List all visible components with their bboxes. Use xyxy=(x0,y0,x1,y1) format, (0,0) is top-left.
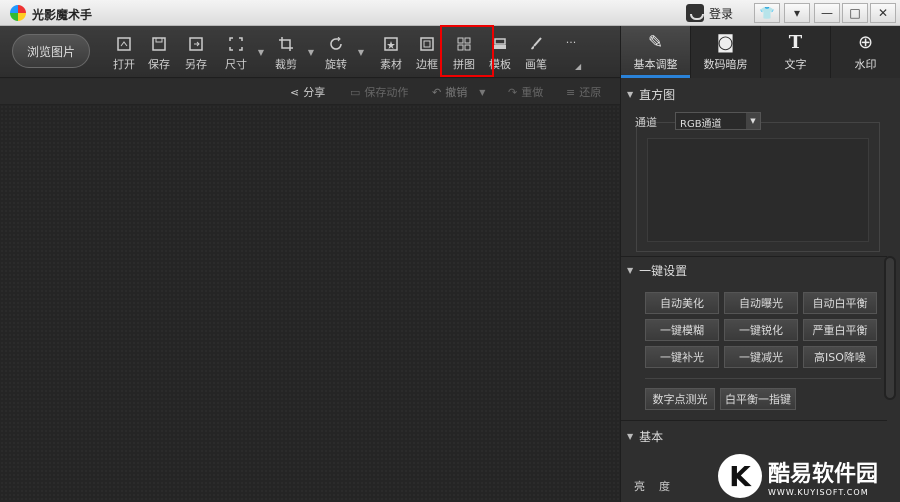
fill-light-button[interactable]: 一键补光 xyxy=(645,346,719,368)
spot-metering-button[interactable]: 数字点测光 xyxy=(645,388,715,410)
divider xyxy=(621,420,887,421)
tool-open[interactable]: 打开 xyxy=(106,36,142,72)
camera-icon: ◙ xyxy=(716,32,735,53)
undo-dropdown-icon[interactable]: ▼ xyxy=(479,88,485,97)
adjust-panel: ▼ 直方图 通道 RGB通道 ▼ ▼ 一键设置 自动美化 自动曝光 自动白平衡 … xyxy=(620,78,900,502)
close-button[interactable]: ✕ xyxy=(870,3,896,23)
tab-text[interactable]: T 文字 xyxy=(760,26,830,78)
watermark-text: 酷易软件园 xyxy=(768,461,879,487)
watermark-url: WWW.KUYISOFT.COM xyxy=(768,487,869,497)
app-title: 光影魔术手 xyxy=(32,8,93,22)
action-bar: ⋖ 分享 ▭ 保存动作 ↶ 撤销 ▼ ↷ 重做 ≡ 还原 xyxy=(0,79,620,105)
watermark-logo: K xyxy=(718,454,762,498)
redo-button[interactable]: ↷ 重做 xyxy=(508,84,543,100)
collapse-icon: ▼ xyxy=(627,432,634,441)
menu-button[interactable]: ▾ xyxy=(784,3,810,23)
crop-icon xyxy=(278,36,294,52)
crop-dropdown-icon[interactable]: ▼ xyxy=(308,48,314,57)
undo-icon: ↶ xyxy=(432,85,442,99)
save-icon xyxy=(151,36,167,52)
white-balance-pick-button[interactable]: 白平衡一指键 xyxy=(720,388,796,410)
auto-exposure-button[interactable]: 自动曝光 xyxy=(724,292,798,314)
right-panel-tabs: ✎ 基本调整 ◙ 数码暗房 T 文字 ⊕ 水印 xyxy=(620,26,900,78)
tool-save-as[interactable]: 另存 xyxy=(178,36,214,72)
collapse-icon: ▼ xyxy=(627,90,634,99)
frame-icon xyxy=(419,36,435,52)
undo-button[interactable]: ↶ 撤销 ▼ xyxy=(432,84,485,100)
tool-more[interactable]: ··· ◢ xyxy=(553,36,589,72)
channel-label: 通道 xyxy=(635,116,657,129)
rotate-icon xyxy=(328,36,344,52)
one-click-header[interactable]: ▼ 一键设置 xyxy=(627,262,687,279)
avatar-icon xyxy=(686,4,704,22)
login-label: 登录 xyxy=(709,6,734,21)
share-icon: ⋖ xyxy=(290,85,300,99)
chevron-down-icon: ▼ xyxy=(746,113,760,129)
more-icon: ··· xyxy=(565,36,577,49)
image-canvas[interactable] xyxy=(0,105,620,502)
resize-dropdown-icon[interactable]: ▼ xyxy=(258,48,264,57)
divider xyxy=(645,378,881,379)
rotate-dropdown-icon[interactable]: ▼ xyxy=(358,48,364,57)
site-watermark: K 酷易软件园 WWW.KUYISOFT.COM xyxy=(718,452,898,500)
restore-icon: ≡ xyxy=(566,85,576,99)
brightness-label: 亮度 xyxy=(634,480,684,493)
material-icon xyxy=(383,36,399,52)
channel-select[interactable]: RGB通道 ▼ xyxy=(675,112,761,130)
maximize-button[interactable]: □ xyxy=(842,3,868,23)
severe-white-balance-button[interactable]: 严重白平衡 xyxy=(803,319,877,341)
save-action-icon: ▭ xyxy=(350,85,361,99)
tool-save[interactable]: 保存 xyxy=(141,36,177,72)
save-action-button[interactable]: ▭ 保存动作 xyxy=(350,84,408,100)
panel-scroll-thumb[interactable] xyxy=(886,258,894,398)
resize-icon xyxy=(228,36,244,52)
title-bar: 光影魔术手 登录 👕 ▾ — □ ✕ xyxy=(0,0,900,26)
basic-header[interactable]: ▼ 基本 xyxy=(627,428,663,445)
save-as-icon xyxy=(188,36,204,52)
watermark-icon: ⊕ xyxy=(857,32,874,53)
main-toolbar: 浏览图片 打开 保存 另存 尺寸 ▼ 裁剪 ▼ 旋转 ▼ 素材 边框 拼图 模板… xyxy=(0,26,620,78)
auto-white-balance-button[interactable]: 自动白平衡 xyxy=(803,292,877,314)
redo-icon: ↷ xyxy=(508,85,518,99)
one-click-blur-button[interactable]: 一键模糊 xyxy=(645,319,719,341)
high-iso-denoise-button[interactable]: 高ISO降噪 xyxy=(803,346,877,368)
tab-digital-darkroom[interactable]: ◙ 数码暗房 xyxy=(690,26,760,78)
auto-beautify-button[interactable]: 自动美化 xyxy=(645,292,719,314)
app-window: 光影魔术手 登录 👕 ▾ — □ ✕ 浏览图片 打开 保存 另存 尺寸 ▼ 裁剪… xyxy=(0,0,900,502)
open-icon xyxy=(116,36,132,52)
tool-material[interactable]: 素材 xyxy=(373,36,409,72)
app-logo-icon xyxy=(10,5,26,21)
restore-button[interactable]: ≡ 还原 xyxy=(566,84,601,100)
histogram-chart xyxy=(647,138,869,242)
tool-brush[interactable]: 画笔 xyxy=(518,36,554,72)
reduce-light-button[interactable]: 一键减光 xyxy=(724,346,798,368)
tool-rotate[interactable]: 旋转 ▼ xyxy=(318,36,364,72)
collapse-icon: ▼ xyxy=(627,266,634,275)
skin-button[interactable]: 👕 xyxy=(754,3,780,23)
brush-icon xyxy=(528,36,544,52)
tool-resize[interactable]: 尺寸 ▼ xyxy=(218,36,264,72)
histogram-header[interactable]: ▼ 直方图 xyxy=(627,86,675,103)
template-icon xyxy=(492,36,508,52)
adjust-icon: ✎ xyxy=(647,32,664,53)
text-icon: T xyxy=(788,32,803,53)
one-click-sharpen-button[interactable]: 一键锐化 xyxy=(724,319,798,341)
tab-watermark[interactable]: ⊕ 水印 xyxy=(830,26,900,78)
minimize-button[interactable]: — xyxy=(814,3,840,23)
more-dropdown-icon[interactable]: ◢ xyxy=(575,62,581,71)
divider xyxy=(621,256,887,257)
share-button[interactable]: ⋖ 分享 xyxy=(290,84,325,100)
highlight-box xyxy=(440,25,494,77)
tab-basic-adjust[interactable]: ✎ 基本调整 xyxy=(620,26,690,78)
tool-crop[interactable]: 裁剪 ▼ xyxy=(268,36,314,72)
login-button[interactable]: 登录 xyxy=(686,3,733,23)
browse-images-button[interactable]: 浏览图片 xyxy=(12,34,90,68)
